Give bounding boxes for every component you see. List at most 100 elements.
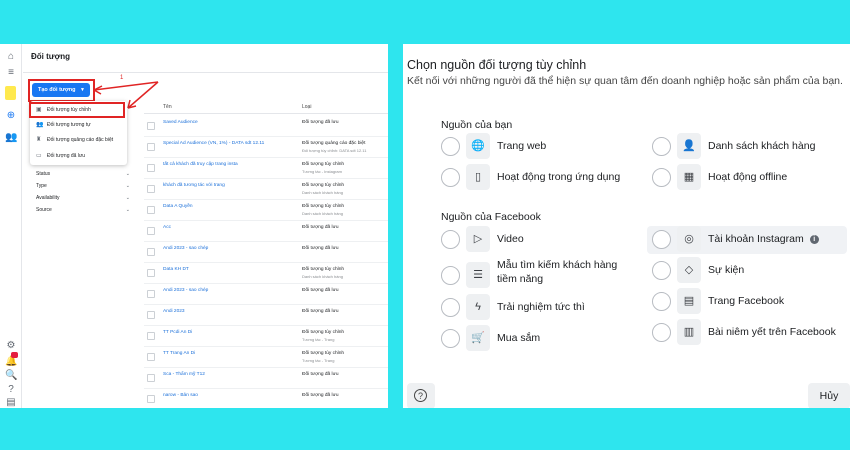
audience-name[interactable]: khách đã tương tác với trang <box>163 183 225 188</box>
radio-button[interactable] <box>441 168 460 187</box>
row-checkbox[interactable] <box>147 395 155 403</box>
audience-name[interactable]: TT Pcdi An Di <box>163 330 192 335</box>
home-icon[interactable]: ⌂ <box>5 51 17 63</box>
audience-source: Đối tượng tùy chỉnh: DATA sdt 12.11 <box>302 148 367 153</box>
radio-button[interactable] <box>652 230 671 249</box>
settings-icon[interactable]: ⚙ <box>5 340 17 352</box>
table-row[interactable]: Andi 2023 Đối tượng đã lưu <box>144 305 388 326</box>
radio-button[interactable] <box>441 230 460 249</box>
table-row[interactable]: Andi 2023 - sao chép Đối tượng đã lưu <box>144 284 388 305</box>
radio-button[interactable] <box>652 168 671 187</box>
row-checkbox[interactable] <box>147 269 155 277</box>
radio-button[interactable] <box>441 329 460 348</box>
listing-icon: ▥ <box>677 319 701 345</box>
audience-name[interactable]: Andi 2023 - sao chép <box>163 288 208 293</box>
menu-icon[interactable]: ≡ <box>5 67 17 79</box>
row-checkbox[interactable] <box>147 143 155 151</box>
chevron-down-icon: ⌄ <box>125 195 130 201</box>
chevron-down-icon: ⌄ <box>125 207 130 213</box>
row-checkbox[interactable] <box>147 311 155 319</box>
filter-availability[interactable]: Availability ⌄ <box>36 192 132 204</box>
customer-list-icon: 👤 <box>677 133 701 159</box>
row-checkbox[interactable] <box>147 353 155 361</box>
audience-name[interactable]: Data A Quyền <box>163 204 193 209</box>
offline-store-icon: ▦ <box>677 164 701 190</box>
table-row[interactable]: TT Trang An Di Đối tượng tùy chỉnh Tương t… <box>144 347 388 368</box>
column-header-type[interactable]: Loại <box>302 102 311 112</box>
audience-name[interactable]: Acc <box>163 225 171 230</box>
audience-name[interactable]: Andi 2023 - sao chép <box>163 246 208 251</box>
radio-button[interactable] <box>652 261 671 280</box>
left-navigation-rail: ⌂ ≡ ⊕ 👥 ⚙ 🔔 🔍 ? ▤ <box>0 44 22 408</box>
column-header-name[interactable]: Tên <box>163 102 172 112</box>
audience-name[interactable]: tất cả khách đã truy cập trang insta <box>163 162 238 167</box>
report-icon[interactable]: ▤ <box>5 397 17 408</box>
radio-button[interactable] <box>441 266 460 285</box>
audience-type: Đối tượng đã lưu <box>302 225 339 230</box>
row-checkbox[interactable] <box>147 227 155 235</box>
audience-name[interactable]: Andi 2023 <box>163 309 185 314</box>
audience-type: Đối tượng quảng cáo đặc biệt <box>302 141 366 146</box>
notification-badge <box>11 352 18 358</box>
help-icon[interactable]: ? <box>5 384 17 396</box>
option-label: Hoạt động trong ứng dụng <box>497 171 621 183</box>
option-label: Danh sách khách hàng <box>708 140 816 152</box>
radio-button[interactable] <box>652 292 671 311</box>
audience-name[interactable]: TT Trang An Di <box>163 351 195 356</box>
row-checkbox[interactable] <box>147 248 155 256</box>
audience-name[interactable]: Data KH DT <box>163 267 189 272</box>
audiences-icon[interactable]: 👥 <box>5 132 17 144</box>
info-icon[interactable]: i <box>809 235 819 244</box>
notes-icon[interactable] <box>5 86 16 100</box>
row-checkbox[interactable] <box>147 164 155 172</box>
radio-button[interactable] <box>441 298 460 317</box>
audience-type: Đối tượng đã lưu <box>302 288 339 293</box>
table-row[interactable]: Sca - Thẩm mỹ T12 Đối tượng đã lưu <box>144 368 388 389</box>
audience-type: Đối tượng tùy chỉnh <box>302 351 345 356</box>
row-checkbox[interactable] <box>147 332 155 340</box>
option-label: Tài khoản Instagram <box>708 233 804 245</box>
filter-type[interactable]: Type ⌄ <box>36 180 132 192</box>
ads-manager-audiences-panel: ⌂ ≡ ⊕ 👥 ⚙ 🔔 🔍 ? ▤ Đối tượng Tạo đối tượn… <box>0 44 388 408</box>
radio-button[interactable] <box>652 137 671 156</box>
option-label: Bài niêm yết trên Facebook <box>708 326 836 338</box>
table-row[interactable]: Andi 2023 - sao chép Đối tượng đã lưu <box>144 242 388 263</box>
table-row[interactable]: Special Ad Audience (VN, 1%) - DATA sdt … <box>144 137 388 158</box>
table-row[interactable]: narow - Bản sao Đối tượng đã lưu <box>144 389 388 408</box>
dropdown-item-saved[interactable]: ▭ Đối tượng đã lưu <box>30 149 127 163</box>
table-row[interactable]: Data KH DT Đối tượng tùy chỉnh Danh sách k… <box>144 263 388 284</box>
dropdown-item-lookalike[interactable]: 👥 Đối tượng tương tự <box>30 118 127 132</box>
table-row[interactable]: Saved Audience Đối tượng đã lưu <box>144 116 388 137</box>
dropdown-item-special-ad[interactable]: ♜ Đối tượng quảng cáo đặc biệt <box>30 133 127 147</box>
audience-name[interactable]: Sca - Thẩm mỹ T12 <box>163 372 205 377</box>
header-divider <box>23 72 388 73</box>
row-checkbox[interactable] <box>147 290 155 298</box>
filter-status[interactable]: Status ⌄ <box>36 168 132 180</box>
row-checkbox[interactable] <box>147 122 155 130</box>
table-row[interactable]: Acc Đối tượng đã lưu <box>144 221 388 242</box>
option-label: Mua sắm <box>497 332 541 344</box>
table-row[interactable]: TT Pcdi An Di Đối tượng tùy chỉnh Tương tá… <box>144 326 388 347</box>
search-icon[interactable]: 🔍 <box>5 370 17 382</box>
audience-type: Đối tượng đã lưu <box>302 309 339 314</box>
row-checkbox[interactable] <box>147 374 155 382</box>
radio-button[interactable] <box>441 137 460 156</box>
audience-type: Đối tượng tùy chỉnh <box>302 267 345 272</box>
section-heading-your-sources: Nguồn của bạn <box>441 119 513 131</box>
audience-name[interactable]: Saved Audience <box>163 120 198 125</box>
cancel-button[interactable]: Hủy <box>808 383 850 408</box>
radio-button[interactable] <box>652 323 671 342</box>
table-row[interactable]: Data A Quyền Đối tượng tùy chỉnh Danh sách… <box>144 200 388 221</box>
audience-type: Đối tượng đã lưu <box>302 393 339 398</box>
mobile-app-icon: ▯ <box>466 164 490 190</box>
audience-name[interactable]: Special Ad Audience (VN, 1%) - DATA sdt … <box>163 141 264 146</box>
add-circle-icon[interactable]: ⊕ <box>5 110 17 122</box>
table-row[interactable]: khách đã tương tác với trang Đối tượng tù… <box>144 179 388 200</box>
audience-name[interactable]: narow - Bản sao <box>163 393 198 398</box>
row-checkbox[interactable] <box>147 185 155 193</box>
help-button[interactable]: ? <box>407 383 435 408</box>
chevron-down-icon: ⌄ <box>125 183 130 189</box>
table-row[interactable]: tất cả khách đã truy cập trang insta Đối … <box>144 158 388 179</box>
filter-source[interactable]: Source ⌄ <box>36 204 132 216</box>
row-checkbox[interactable] <box>147 206 155 214</box>
